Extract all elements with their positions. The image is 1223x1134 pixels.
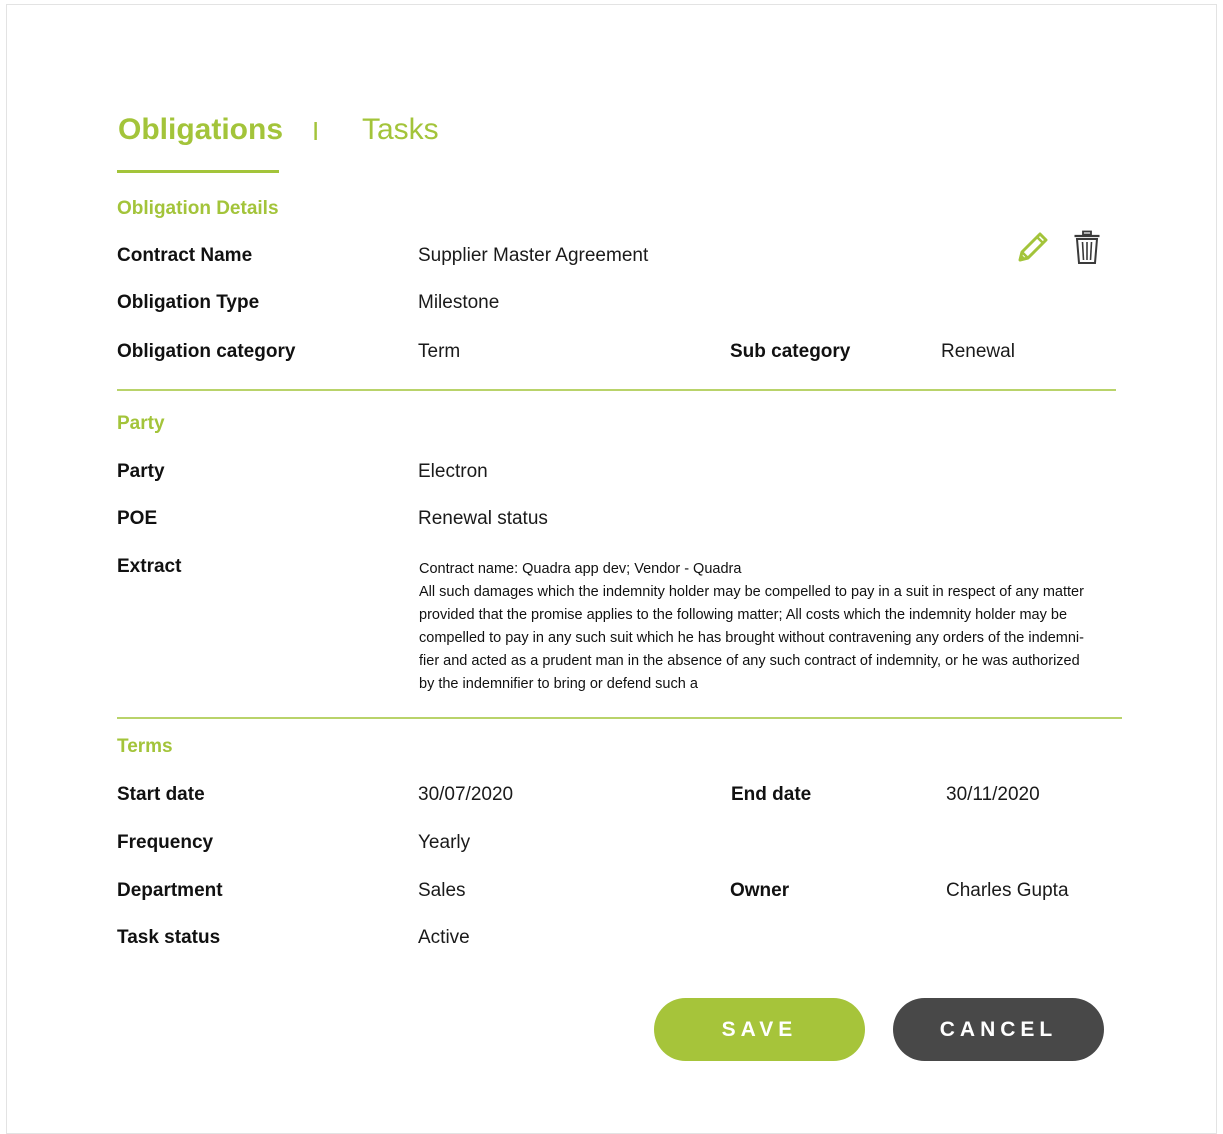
extract-text: Contract name: Quadra app dev; Vendor - … (419, 558, 1139, 696)
extract-line: provided that the promise applies to the… (419, 607, 1068, 623)
save-button[interactable]: SAVE (654, 998, 865, 1061)
trash-icon[interactable] (1072, 230, 1102, 266)
obligation-category-value: Term (418, 341, 461, 362)
sub-category-label: Sub category (730, 341, 851, 362)
extract-line: fier and acted as a prudent man in the a… (419, 653, 1080, 669)
section-title-obligation-details: Obligation Details (117, 198, 279, 219)
department-value: Sales (418, 880, 466, 901)
party-label: Party (117, 461, 165, 482)
owner-label: Owner (730, 880, 790, 901)
end-date-label: End date (731, 784, 812, 805)
department-label: Department (117, 880, 223, 901)
divider-details (117, 389, 1116, 391)
extract-line: by the indemnifier to bring or defend su… (419, 676, 698, 692)
extract-line: Contract name: Quadra app dev; Vendor - … (419, 561, 742, 577)
owner-value: Charles Gupta (946, 880, 1069, 901)
sub-category-value: Renewal (941, 341, 1015, 362)
tab-obligations[interactable]: Obligations (118, 113, 283, 147)
task-status-value: Active (418, 927, 470, 948)
active-tab-underline (117, 170, 279, 173)
section-title-terms: Terms (117, 736, 173, 757)
pencil-icon[interactable] (1014, 230, 1052, 266)
divider-party (117, 717, 1122, 719)
obligation-type-label: Obligation Type (117, 292, 260, 313)
tab-separator: I (312, 116, 320, 146)
poe-label: POE (117, 508, 158, 529)
frequency-label: Frequency (117, 832, 214, 853)
obligation-category-label: Obligation category (117, 341, 296, 362)
task-status-label: Task status (117, 927, 221, 948)
section-title-party: Party (117, 413, 165, 434)
party-value: Electron (418, 461, 488, 482)
tab-tasks[interactable]: Tasks (362, 113, 439, 147)
frequency-value: Yearly (418, 832, 471, 853)
cancel-button[interactable]: CANCEL (893, 998, 1104, 1061)
start-date-value: 30/07/2020 (418, 784, 514, 805)
extract-line: All such damages which the indemnity hol… (419, 584, 1084, 600)
obligation-type-value: Milestone (418, 292, 500, 313)
end-date-value: 30/11/2020 (946, 784, 1040, 805)
extract-line: compelled to pay in any such suit which … (419, 630, 1084, 646)
contract-name-label: Contract Name (117, 245, 253, 266)
extract-label: Extract (117, 556, 182, 577)
start-date-label: Start date (117, 784, 205, 805)
contract-name-value: Supplier Master Agreement (418, 245, 649, 266)
poe-value: Renewal status (418, 508, 548, 529)
